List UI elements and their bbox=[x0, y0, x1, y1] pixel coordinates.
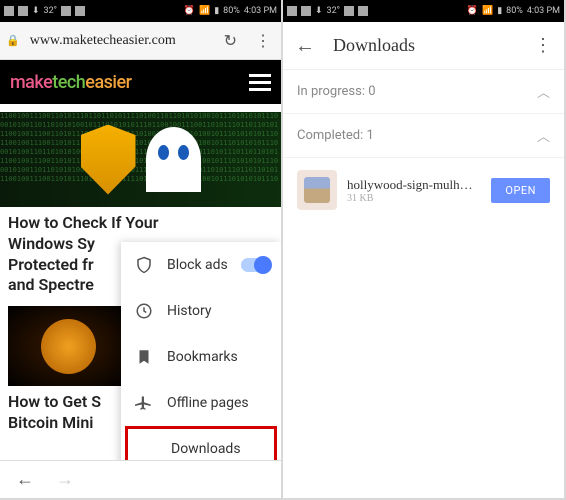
status-temp: 32° bbox=[327, 6, 340, 16]
chevron-up-icon: ︿ bbox=[537, 82, 550, 101]
download-icon bbox=[139, 440, 157, 458]
menu-dots-icon[interactable]: ⋮ bbox=[251, 31, 275, 50]
bookmark-icon bbox=[135, 348, 153, 366]
wifi-icon: 📶 bbox=[199, 6, 210, 16]
status-battery: 80% bbox=[223, 6, 240, 16]
status-bar: ⬇ 32° ⏰ 📶 ▮ 80% 4:03 PM bbox=[283, 0, 564, 22]
notif-icon bbox=[344, 6, 354, 16]
notif-icon bbox=[287, 6, 297, 16]
file-thumbnail bbox=[297, 170, 337, 210]
chevron-up-icon: ︿ bbox=[537, 126, 550, 145]
status-time: 4:03 PM bbox=[244, 6, 277, 16]
signal-icon: ▮ bbox=[214, 6, 219, 16]
hamburger-icon[interactable] bbox=[249, 74, 271, 91]
browser-menu: Block ads History Bookmarks Offline page… bbox=[121, 242, 281, 460]
forward-icon: → bbox=[56, 469, 74, 490]
menu-item-label: History bbox=[167, 303, 212, 319]
status-time: 4:03 PM bbox=[527, 6, 560, 16]
menu-item-label: Bookmarks bbox=[167, 349, 238, 365]
toggle-switch[interactable] bbox=[241, 258, 271, 272]
download-status-icon: ⬇ bbox=[32, 6, 40, 16]
menu-downloads[interactable]: Downloads bbox=[125, 426, 277, 460]
bottom-nav: ← → bbox=[0, 460, 281, 498]
status-temp: 32° bbox=[44, 6, 57, 16]
status-battery: 80% bbox=[506, 6, 523, 16]
back-arrow-icon[interactable]: ← bbox=[295, 33, 315, 58]
notif-icon bbox=[301, 6, 311, 16]
menu-item-label: Offline pages bbox=[167, 395, 249, 411]
menu-item-label: Downloads bbox=[171, 441, 241, 457]
ghost-graphic bbox=[146, 127, 201, 192]
menu-item-label: Block ads bbox=[167, 257, 228, 273]
page-title: Downloads bbox=[333, 35, 516, 56]
left-screenshot: ⬇ 32° ⏰ 📶 ▮ 80% 4:03 PM 🔒 www.maketechea… bbox=[0, 0, 281, 498]
article-2-image[interactable] bbox=[8, 306, 128, 386]
notif-icon bbox=[358, 6, 368, 16]
history-icon bbox=[135, 302, 153, 320]
notif-icon bbox=[75, 6, 85, 16]
url-text: www.maketecheasier.com bbox=[30, 33, 210, 49]
download-item[interactable]: hollywood-sign-mulh… 31 KB OPEN bbox=[283, 158, 564, 222]
site-header: maketecheasier bbox=[0, 60, 281, 104]
alarm-icon: ⏰ bbox=[467, 6, 478, 16]
menu-offline-pages[interactable]: Offline pages bbox=[121, 380, 281, 426]
page-content: 1100100111001101011101101101011110100110… bbox=[0, 104, 281, 460]
signal-icon: ▮ bbox=[497, 6, 502, 16]
menu-dots-icon[interactable]: ⋮ bbox=[534, 35, 552, 56]
back-icon[interactable]: ← bbox=[16, 469, 34, 490]
notif-icon bbox=[18, 6, 28, 16]
lock-icon: 🔒 bbox=[6, 34, 20, 47]
file-size: 31 KB bbox=[347, 193, 481, 204]
wifi-icon: 📶 bbox=[482, 6, 493, 16]
file-name: hollywood-sign-mulh… bbox=[347, 177, 481, 193]
menu-bookmarks[interactable]: Bookmarks bbox=[121, 334, 281, 380]
in-progress-section[interactable]: In progress: 0 ︿ bbox=[283, 70, 564, 114]
open-button[interactable]: OPEN bbox=[491, 178, 550, 203]
alarm-icon: ⏰ bbox=[184, 6, 195, 16]
article-1-image[interactable]: 1100100111001101011101101101011110100110… bbox=[0, 112, 281, 207]
download-status-icon: ⬇ bbox=[315, 6, 323, 16]
airplane-icon bbox=[135, 394, 153, 412]
menu-history[interactable]: History bbox=[121, 288, 281, 334]
reload-icon[interactable]: ↻ bbox=[220, 31, 241, 50]
url-bar[interactable]: 🔒 www.maketecheasier.com ↻ ⋮ bbox=[0, 22, 281, 60]
menu-block-ads[interactable]: Block ads bbox=[121, 242, 281, 288]
shield-icon bbox=[135, 256, 153, 274]
notif-icon bbox=[4, 6, 14, 16]
bitcoin-graphic bbox=[41, 319, 96, 374]
notif-icon bbox=[61, 6, 71, 16]
completed-section[interactable]: Completed: 1 ︿ bbox=[283, 114, 564, 158]
right-screenshot: ⬇ 32° ⏰ 📶 ▮ 80% 4:03 PM ← Downloads ⋮ In… bbox=[283, 0, 564, 498]
downloads-topbar: ← Downloads ⋮ bbox=[283, 22, 564, 70]
site-logo[interactable]: maketecheasier bbox=[10, 72, 132, 93]
section-label: In progress: 0 bbox=[297, 84, 376, 99]
section-label: Completed: 1 bbox=[297, 128, 374, 143]
status-bar: ⬇ 32° ⏰ 📶 ▮ 80% 4:03 PM bbox=[0, 0, 281, 22]
